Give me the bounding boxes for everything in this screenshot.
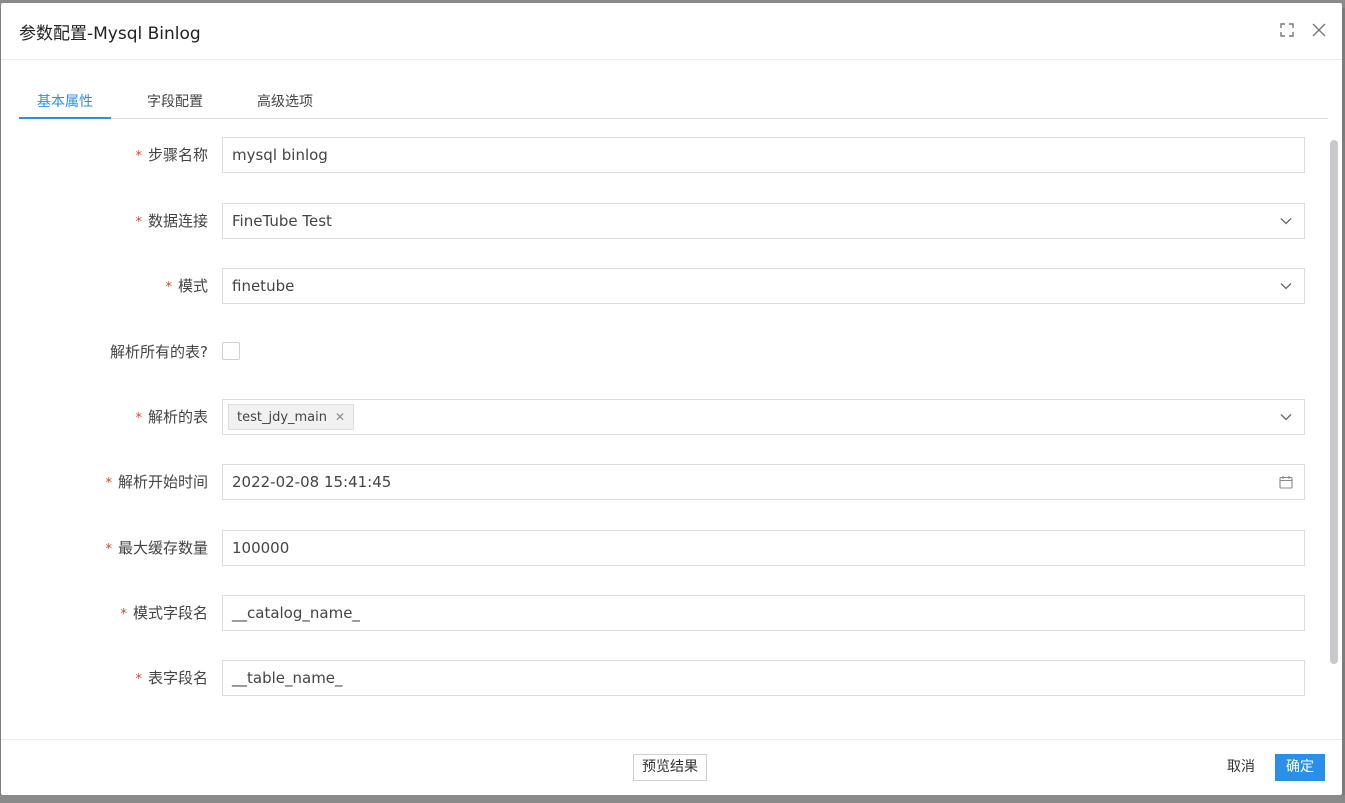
dialog-title: 参数配置-Mysql Binlog [19,23,201,44]
step-name-label: * 步骤名称 [135,137,208,173]
table-tag-label: test_jdy_main [237,409,328,425]
max-cache-count-value: 100000 [232,539,290,557]
tab-bar: 基本属性 字段配置 高级选项 [19,83,1328,119]
required-mark: * [165,280,172,295]
form-row-parse-start-time: * 解析开始时间 2022-02-08 15:41:45 [1,464,1311,500]
max-cache-count-label: * 最大缓存数量 [105,530,208,566]
calendar-icon[interactable] [1268,465,1304,499]
dialog-header: 参数配置-Mysql Binlog [1,3,1342,60]
table-field-name-label: * 表字段名 [135,660,208,696]
data-connection-select[interactable]: FineTube Test [222,203,1305,239]
parsed-tables-label: * 解析的表 [135,399,208,435]
cancel-button[interactable]: 取消 [1223,754,1259,781]
schema-field-name-value: __catalog_name_ [232,604,360,622]
confirm-button[interactable]: 确定 [1275,754,1325,781]
data-connection-label: * 数据连接 [135,203,208,239]
schema-label-text: 模式 [177,277,208,295]
config-dialog: 参数配置-Mysql Binlog 基本属性 字段配置 高级选项 * 步骤名称 [1,3,1342,795]
parsed-tables-label-text: 解析的表 [147,408,208,426]
schema-field-name-label: * 模式字段名 [120,595,208,631]
fullscreen-icon[interactable] [1278,21,1296,39]
form-row-table-field-name: * 表字段名 __table_name_ [1,660,1311,696]
required-mark: * [135,672,142,687]
max-cache-count-input[interactable]: 100000 [222,530,1305,566]
vertical-scrollbar[interactable] [1330,140,1338,664]
form-row-data-connection: * 数据连接 FineTube Test [1,203,1311,239]
form-row-max-cache-count: * 最大缓存数量 100000 [1,530,1311,566]
step-name-input[interactable]: mysql binlog [222,137,1305,173]
data-connection-label-text: 数据连接 [147,212,208,230]
data-connection-value: FineTube Test [232,212,332,230]
parse-start-time-value: 2022-02-08 15:41:45 [232,473,392,491]
max-cache-count-label-text: 最大缓存数量 [117,539,208,557]
form-row-parsed-tables: * 解析的表 test_jdy_main ✕ [1,399,1311,435]
table-field-name-value: __table_name_ [232,669,343,687]
required-mark: * [135,149,142,164]
schema-field-name-input[interactable]: __catalog_name_ [222,595,1305,631]
required-mark: * [135,411,142,426]
preview-results-button[interactable]: 预览结果 [633,754,707,781]
table-tag: test_jdy_main ✕ [228,404,355,430]
form-row-schema-field-name: * 模式字段名 __catalog_name_ [1,595,1311,631]
background-overlay-bottom [0,795,1345,803]
parsed-tables-tags: test_jdy_main ✕ [228,404,1268,430]
tag-remove-icon[interactable]: ✕ [335,410,345,424]
tab-basic-properties[interactable]: 基本属性 [19,83,111,119]
schema-label: * 模式 [165,268,208,304]
close-icon[interactable] [1310,21,1328,39]
table-field-name-input[interactable]: __table_name_ [222,660,1305,696]
parse-start-time-label: * 解析开始时间 [105,464,208,500]
parsed-tables-multiselect[interactable]: test_jdy_main ✕ [222,399,1305,435]
parse-all-tables-checkbox[interactable] [222,342,240,360]
chevron-down-icon[interactable] [1268,204,1304,238]
table-field-name-label-text: 表字段名 [147,669,208,687]
step-name-value: mysql binlog [232,146,328,164]
form-row-schema: * 模式 finetube [1,268,1311,304]
required-mark: * [105,476,112,491]
form-row-step-name: * 步骤名称 mysql binlog [1,137,1311,173]
chevron-down-icon[interactable] [1268,269,1304,303]
tab-field-config[interactable]: 字段配置 [129,83,221,119]
parse-start-time-picker[interactable]: 2022-02-08 15:41:45 [222,464,1305,500]
step-name-label-text: 步骤名称 [147,146,208,164]
dialog-footer: 预览结果 取消 确定 [1,739,1342,795]
required-mark: * [120,607,127,622]
schema-field-name-label-text: 模式字段名 [132,604,208,622]
required-mark: * [135,215,142,230]
header-actions [1278,21,1328,39]
chevron-down-icon[interactable] [1268,400,1304,434]
schema-value: finetube [232,277,295,295]
schema-select[interactable]: finetube [222,268,1305,304]
tab-advanced-options[interactable]: 高级选项 [239,83,331,119]
required-mark: * [105,542,112,557]
parse-start-time-label-text: 解析开始时间 [117,473,208,491]
parse-all-tables-label: 解析所有的表? [110,343,208,361]
form-row-parse-all-tables: 解析所有的表? [1,334,1311,370]
